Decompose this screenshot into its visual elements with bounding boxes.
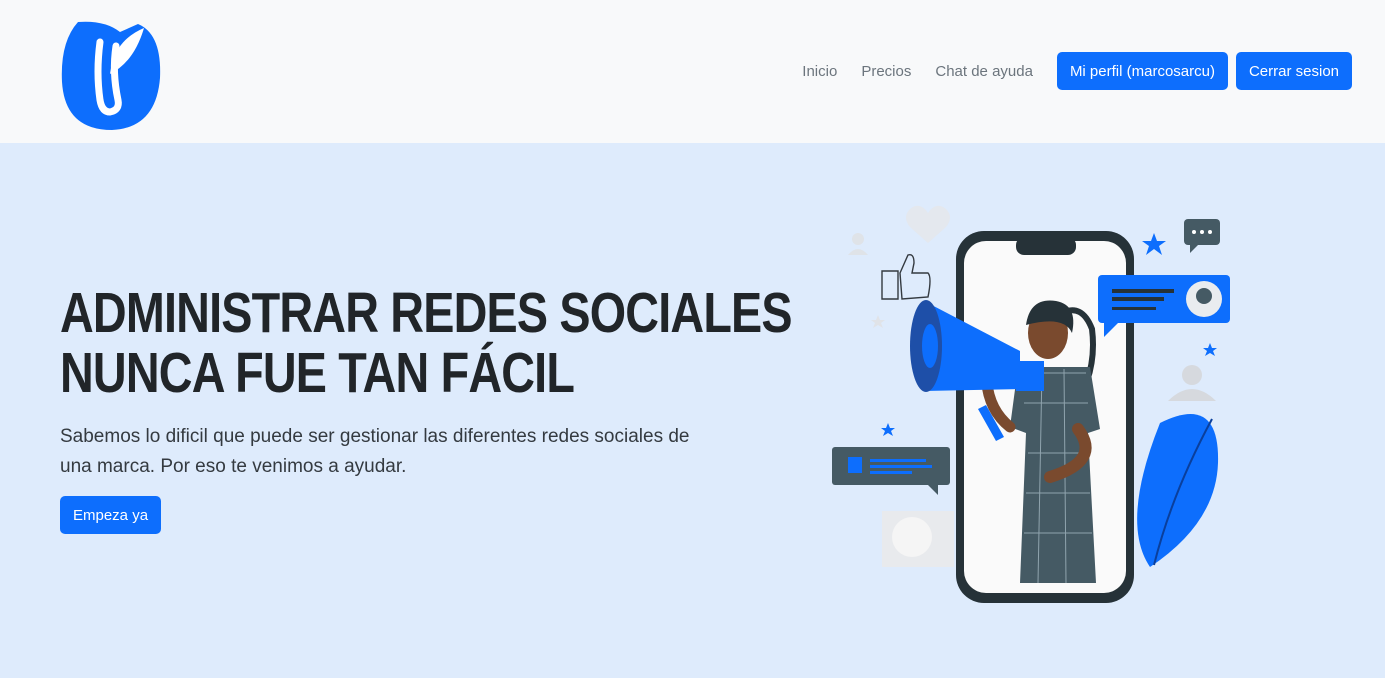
hero-subtitle: Sabemos lo dificil que puede ser gestion… — [60, 422, 700, 482]
hero-subtitle-line2: una marca. Por eso te venimos a ayudar. — [60, 456, 407, 477]
nav-links: Inicio Precios Chat de ayuda Mi perfil (… — [802, 52, 1352, 90]
nav-link-inicio[interactable]: Inicio — [802, 63, 837, 80]
hero-title-line1: ADMINISTRAR REDES SOCIALES — [60, 281, 793, 345]
nav-link-chat-de-ayuda[interactable]: Chat de ayuda — [935, 63, 1033, 80]
hero-title: ADMINISTRAR REDES SOCIALES NUNCA FUE TAN… — [60, 283, 793, 405]
cta-button[interactable]: Empeza ya — [60, 496, 162, 534]
nav-link-precios[interactable]: Precios — [861, 63, 911, 80]
hero-subtitle-line1: Sabemos lo dificil que puede ser gestion… — [60, 426, 690, 447]
logout-button[interactable]: Cerrar sesion — [1235, 52, 1352, 90]
leaf-logo-icon[interactable] — [60, 12, 162, 132]
navbar: Inicio Precios Chat de ayuda Mi perfil (… — [0, 0, 1385, 143]
profile-button[interactable]: Mi perfil (marcosarcu) — [1056, 52, 1228, 90]
hero-section: ADMINISTRAR REDES SOCIALES NUNCA FUE TAN… — [0, 143, 1385, 678]
hero-title-line2: NUNCA FUE TAN FÁCIL — [60, 341, 575, 405]
woman-megaphone-phone-illustration — [832, 205, 1230, 603]
